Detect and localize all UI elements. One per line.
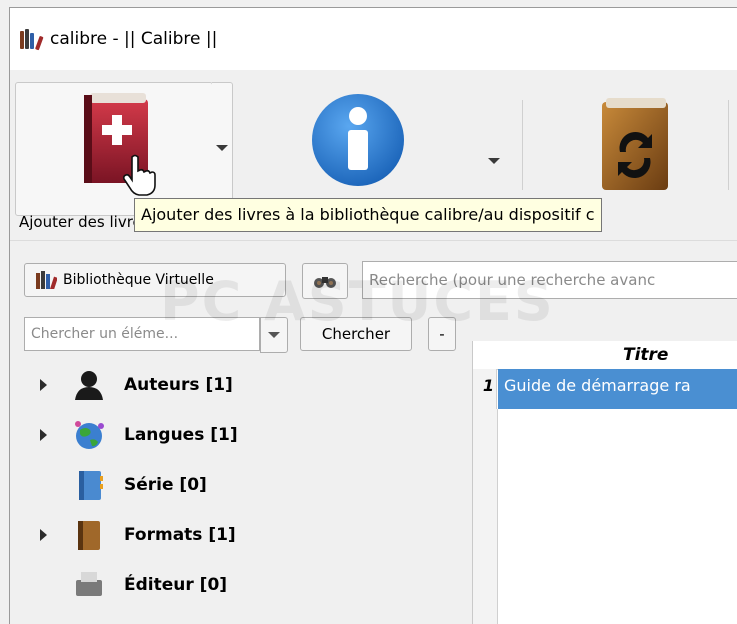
hand-cursor-icon — [122, 154, 156, 196]
printer-icon — [76, 572, 102, 596]
binoculars-icon — [314, 277, 336, 288]
globe-icon — [75, 421, 104, 449]
virtual-library-button[interactable]: Bibliothèque Virtuelle — [24, 263, 286, 297]
collapse-all-button[interactable]: - — [428, 317, 456, 351]
book-list-header: Titre — [473, 341, 737, 370]
add-books-label: Ajouter des livres — [19, 213, 150, 231]
tree-item-label: Éditeur [0] — [124, 575, 228, 595]
tag-browser-find-input[interactable]: Chercher un éléme... — [24, 317, 260, 351]
book-icon — [78, 521, 100, 550]
library-pane: Bibliothèque Virtuelle Recherche (pour u… — [10, 240, 737, 624]
calibre-app-icon — [20, 29, 44, 51]
window-title: calibre - || Calibre || — [50, 29, 218, 49]
tree-item-publisher[interactable]: Éditeur [0] — [10, 565, 472, 605]
title-bar: calibre - || Calibre || — [10, 8, 737, 70]
expand-arrow-icon[interactable] — [40, 529, 47, 541]
tag-browser: Auteurs [1] Langues [1] Série [0] Format… — [10, 361, 472, 624]
tree-item-series[interactable]: Série [0] — [10, 465, 472, 505]
info-dropdown-chevron-icon[interactable] — [488, 158, 500, 164]
convert-books-icon[interactable] — [598, 96, 672, 192]
expand-arrow-icon[interactable] — [40, 379, 47, 391]
expand-arrow-icon[interactable] — [40, 429, 47, 441]
toolbar-separator — [728, 100, 729, 190]
tree-item-label: Série [0] — [124, 475, 207, 495]
tree-item-label: Auteurs [1] — [124, 375, 233, 395]
book-list: Titre 1 Guide de démarrage ra — [472, 341, 737, 624]
add-books-dropdown[interactable] — [212, 82, 233, 204]
virtual-library-label: Bibliothèque Virtuelle — [63, 272, 214, 288]
calibre-window: calibre - || Calibre || Ajouter des livr… — [9, 7, 737, 624]
row-number: 1 — [473, 369, 497, 409]
person-icon — [75, 371, 103, 400]
find-history-dropdown[interactable] — [260, 317, 288, 353]
search-input[interactable]: Recherche (pour une recherche avanc — [362, 261, 737, 299]
find-button[interactable]: Chercher — [300, 317, 412, 351]
chevron-down-icon — [268, 332, 280, 338]
add-books-tooltip: Ajouter des livres à la bibliothèque cal… — [134, 198, 602, 232]
tree-item-label: Formats [1] — [124, 525, 236, 545]
tree-item-label: Langues [1] — [124, 425, 238, 445]
tree-item-formats[interactable]: Formats [1] — [10, 515, 472, 555]
info-icon[interactable] — [310, 92, 406, 188]
chevron-down-icon — [216, 145, 228, 151]
book-row-selected[interactable]: Guide de démarrage ra — [498, 369, 737, 409]
saved-search-button[interactable] — [302, 263, 348, 299]
column-header-title[interactable]: Titre — [623, 345, 668, 365]
add-books-button[interactable]: Ajouter des livres — [15, 82, 213, 231]
library-books-icon — [36, 271, 57, 289]
notebook-icon — [79, 471, 103, 500]
toolbar-separator — [522, 100, 523, 190]
tree-item-languages[interactable]: Langues [1] — [10, 415, 472, 455]
tree-item-authors[interactable]: Auteurs [1] — [10, 365, 472, 405]
row-number-column — [473, 409, 498, 624]
